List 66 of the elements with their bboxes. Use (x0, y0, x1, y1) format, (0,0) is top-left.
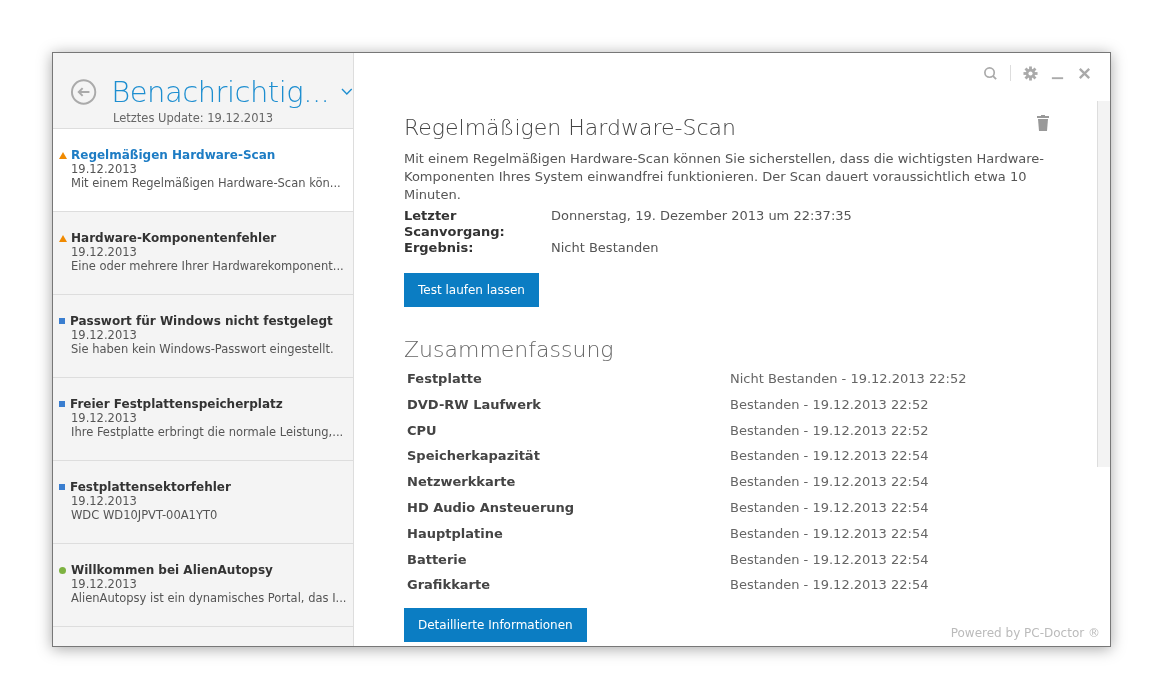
component-name: DVD-RW Laufwerk (407, 395, 542, 414)
chevron-down-icon[interactable] (341, 88, 353, 96)
test-result: Bestanden - 19.12.2013 22:54 (730, 499, 930, 517)
test-result: Bestanden - 19.12.2013 22:54 (730, 524, 930, 543)
notification-date: 19.12.2013 (71, 162, 138, 176)
notification-title: Freier Festplattenspeicherplatz (70, 397, 283, 411)
trash-icon[interactable] (1037, 115, 1049, 131)
component-name: Netzwerkkarte (407, 473, 517, 492)
notification-item[interactable]: Passwort für Windows nicht festgelegt 19.12.2013 Sie haben kein Windows-Passwort eingestellt. (53, 295, 353, 378)
test-result: Bestanden - 19.12.2013 22:54 (730, 550, 930, 569)
square-icon (59, 484, 65, 490)
dot-icon (59, 566, 66, 574)
notification-date: 19.12.2013 (71, 245, 138, 259)
field-value: Nicht Bestanden (551, 240, 660, 256)
test-result: Bestanden - 19.12.2013 22:54 (730, 473, 930, 492)
notification-date: 19.12.2013 (71, 411, 138, 425)
notification-title: Willkommen bei AlienAutopsy (71, 563, 273, 577)
summary-heading: Zusammenfassung (404, 337, 615, 362)
notification-date: 19.12.2013 (71, 494, 138, 508)
component-name: CPU (407, 421, 438, 440)
test-result: Bestanden - 19.12.2013 22:52 (730, 395, 930, 414)
notification-summary: Sie haben kein Windows-Passwort eingestellt. (71, 342, 335, 356)
notification-summary: WDC WD10JPVT-00A1YT0 (71, 508, 219, 522)
notification-item[interactable]: Freier Festplattenspeicherplatz 19.12.2013 Ihre Festplatte erbringt die normale Leistung,... (53, 378, 353, 461)
component-name: Grafikkarte (407, 576, 491, 595)
test-result: Bestanden - 19.12.2013 22:52 (730, 421, 930, 440)
notification-title: Festplattensektorfehler (70, 480, 231, 494)
settings-icon[interactable] (1023, 65, 1038, 81)
notification-date: 19.12.2013 (71, 577, 138, 591)
test-result: Bestanden - 19.12.2013 22:54 (730, 576, 930, 595)
notification-heading: Regelmäßigen Hardware-Scan (404, 115, 736, 140)
warning-triangle-icon (59, 234, 67, 242)
notification-summary: Eine oder mehrere Ihrer Hardwarekomponent... (71, 259, 345, 273)
component-name: HD Audio Ansteuerung (407, 499, 576, 517)
powered-by-text: Powered by PC-Doctor ® (950, 626, 1100, 640)
notification-summary: Ihre Festplatte erbringt die normale Leistung,... (71, 425, 345, 439)
notification-title: Hardware-Komponentenfehler (71, 231, 277, 245)
scrollbar[interactable] (1097, 101, 1110, 467)
component-name: Speicherkapazität (407, 447, 541, 466)
field-label: Letzter Scanvorgang: (404, 208, 506, 240)
component-name: Batterie (407, 550, 468, 569)
notification-item[interactable]: Hardware-Komponentenfehler 19.12.2013 Eine oder mehrere Ihrer Hardwarekomponent... (53, 212, 353, 295)
details-button[interactable]: Detaillierte Informationen (404, 608, 587, 643)
notification-title: Passwort für Windows nicht festgelegt (70, 314, 333, 328)
field-value: Donnerstag, 19. Dezember 2013 um 22:37:35 (551, 208, 853, 225)
close-icon[interactable] (1077, 65, 1092, 81)
square-icon (59, 401, 65, 407)
square-icon (59, 318, 65, 324)
notification-item[interactable]: Willkommen bei AlienAutopsy 19.12.2013 AlienAutopsy ist ein dynamisches Portal, das I... (53, 544, 353, 627)
notification-date: 19.12.2013 (71, 328, 138, 342)
notification-item[interactable]: Regelmäßigen Hardware-Scan 19.12.2013 Mit einem Regelmäßigen Hardware-Scan kön... (53, 129, 353, 212)
notification-title: Regelmäßigen Hardware-Scan (71, 148, 276, 162)
last-update-text: Letztes Update: 19.12.2013 (113, 111, 275, 125)
test-result: Bestanden - 19.12.2013 22:54 (730, 447, 930, 466)
notification-summary: Mit einem Regelmäßigen Hardware-Scan kön... (71, 176, 342, 190)
run-test-button[interactable]: Test laufen lassen (404, 273, 539, 307)
notification-summary: AlienAutopsy ist ein dynamisches Portal, das I... (71, 591, 348, 605)
description-text: Mit einem Regelmäßigen Hardware-Scan können Sie sicherstellen, dass die wichtigsten Hardware-Komponenten Ihres System einwandfrei funktionieren. Der Scan dauert voraussichtlich etwa 10 Minuten. (404, 150, 1045, 204)
sidebar-title: Benachrichtig... (111, 75, 330, 109)
notification-item[interactable]: Festplattensektorfehler 19.12.2013 WDC WD10JPVT-00A1YT0 (53, 461, 353, 544)
warning-triangle-icon (59, 151, 67, 159)
test-result: Nicht Bestanden - 19.12.2013 22:52 (730, 370, 968, 388)
field-label: Ergebnis: (404, 240, 475, 256)
component-name: Festplatte (407, 370, 483, 388)
search-icon[interactable] (983, 65, 998, 81)
component-name: Hauptplatine (407, 524, 504, 543)
